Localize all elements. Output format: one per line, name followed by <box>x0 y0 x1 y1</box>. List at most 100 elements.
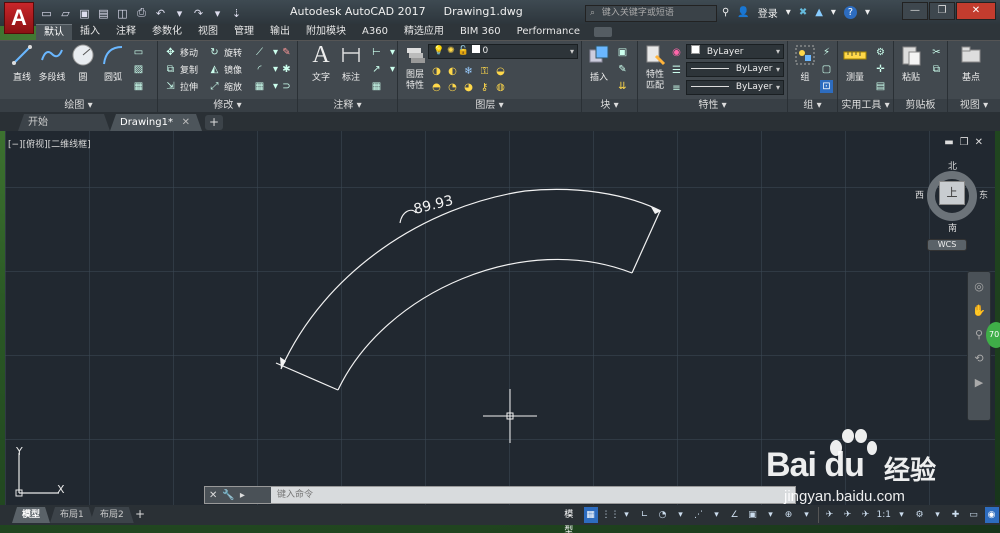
tab-parametric[interactable]: 参数化 <box>144 24 190 40</box>
login-label[interactable]: 登录 <box>758 5 778 20</box>
group-select-button[interactable]: ⊡ <box>820 78 833 94</box>
id-point-button[interactable]: ✛ <box>874 61 887 77</box>
command-close-icon[interactable]: ✕ <box>209 490 217 501</box>
viewcube[interactable]: 上 北 南 东 西 <box>915 159 988 234</box>
tab-view[interactable]: 视图 <box>190 24 226 40</box>
search-input[interactable]: ⌕ 键入关键字或短语 <box>585 5 717 22</box>
application-menu-button[interactable]: A <box>4 2 34 34</box>
annotation-visibility-icon[interactable]: ✈ <box>823 507 837 523</box>
ribbon-minimize-toggle[interactable] <box>594 27 613 37</box>
color-wheel-button[interactable]: ◉ <box>670 44 683 60</box>
layout-tab-layout1[interactable]: 布局1 <box>50 507 94 523</box>
isodraft-dropdown-icon[interactable]: ▾ <box>710 507 724 523</box>
tab-insert[interactable]: 插入 <box>72 24 108 40</box>
copy-clip-button[interactable]: ⧉ <box>930 61 943 77</box>
help-icon[interactable]: ? <box>843 6 857 19</box>
orbit-icon[interactable]: ⟲ <box>972 352 986 366</box>
close-tab-icon[interactable]: ✕ <box>182 114 190 131</box>
layer-thaw-tool-icon[interactable]: ◕ <box>462 81 475 94</box>
isolate-objects-icon[interactable]: ◉ <box>984 507 999 523</box>
dimension-button[interactable]: 标注 <box>336 43 366 83</box>
rectangle-button[interactable]: ▭ <box>132 44 145 60</box>
tab-featured-apps[interactable]: 精选应用 <box>396 24 452 40</box>
match-properties-button[interactable]: 特性 匹配 <box>640 43 670 92</box>
compass-east[interactable]: 东 <box>979 188 988 201</box>
annotation-scale-value[interactable]: 1:1 <box>877 507 891 523</box>
layout-tab-layout2[interactable]: 布局2 <box>90 507 134 523</box>
leader-button[interactable]: ↗ ▾ <box>370 61 399 77</box>
panel-groups-title[interactable]: 组 ▾ <box>788 99 837 113</box>
linetype-button[interactable]: ☰ <box>670 62 683 78</box>
help-dropdown-icon[interactable]: ▾ <box>865 7 870 18</box>
create-block-button[interactable]: ▣ <box>616 44 629 60</box>
tab-home[interactable]: 默认 <box>36 24 72 40</box>
cut-button[interactable]: ✂ <box>930 44 943 60</box>
measure-button[interactable]: 测量 <box>840 43 870 83</box>
layer-freeze-icon[interactable]: ❄ <box>462 65 475 78</box>
copy-button[interactable]: ⧉ 复制 <box>164 61 198 77</box>
layer-on-tool-icon[interactable]: ◓ <box>430 81 443 94</box>
command-prompt-icon[interactable]: ▸ <box>240 490 245 501</box>
offset-button[interactable]: ⊃ <box>280 78 293 94</box>
tab-performance[interactable]: Performance <box>509 24 588 40</box>
new-tab-button[interactable]: + <box>205 115 223 130</box>
array-button[interactable]: ▦ ▾ <box>253 78 282 94</box>
mirror-button[interactable]: ◭ 镜像 <box>208 61 242 77</box>
hatch-button[interactable]: ▨ <box>132 61 145 77</box>
lineweight-toggle-icon[interactable]: ⊕ <box>782 507 796 523</box>
login-dropdown-icon[interactable]: ▾ <box>786 7 791 18</box>
fillet-button[interactable]: ◜ ▾ <box>253 61 282 77</box>
workspace-gear-icon[interactable]: ⚙ <box>913 507 927 523</box>
paste-button[interactable]: 粘贴 <box>896 43 926 83</box>
user-icon[interactable]: 👤 <box>737 7 749 18</box>
text-button[interactable]: A 文字 <box>306 42 336 84</box>
file-tab-drawing1[interactable]: Drawing1* ✕ <box>110 114 202 131</box>
plot-icon[interactable]: ⎙ <box>133 5 150 22</box>
polyline-button[interactable]: 多段线 <box>37 43 67 83</box>
rotate-button[interactable]: ↻ 旋转 <box>208 44 242 60</box>
dropdown-icon[interactable]: ▾ <box>831 7 836 18</box>
layer-unlock-icon[interactable]: ⚷ <box>478 81 491 94</box>
base-point-button[interactable]: 基点 <box>956 43 986 83</box>
tab-annotate[interactable]: 注释 <box>108 24 144 40</box>
add-layout-button[interactable]: + <box>133 508 147 522</box>
undo-dropdown-icon[interactable]: ▾ <box>171 5 188 22</box>
save-as-icon[interactable]: ▤ <box>95 5 112 22</box>
panel-utilities-title[interactable]: 实用工具 ▾ <box>838 99 893 113</box>
side-badge[interactable]: 70 <box>986 322 1000 348</box>
move-button[interactable]: ✥ 移动 <box>164 44 198 60</box>
command-customize-icon[interactable]: 🔧 <box>222 490 234 501</box>
panel-block-title[interactable]: 块 ▾ <box>582 99 637 113</box>
group-edit-button[interactable]: ▢ <box>820 61 833 77</box>
line-button[interactable]: 直线 <box>7 43 37 83</box>
compass-north[interactable]: 北 <box>948 159 957 172</box>
layer-isolate-icon[interactable]: ◐ <box>446 65 459 78</box>
file-tab-start[interactable]: 开始 <box>18 114 110 131</box>
panel-draw-title[interactable]: 绘图 ▾ <box>0 99 157 113</box>
tab-output[interactable]: 输出 <box>262 24 298 40</box>
table-button[interactable]: ▦ <box>370 78 383 94</box>
open-file-icon[interactable]: ▱ <box>57 5 74 22</box>
web-mobile-icon[interactable]: ◫ <box>114 5 131 22</box>
redo-dropdown-icon[interactable]: ▾ <box>209 5 226 22</box>
tab-addins[interactable]: 附加模块 <box>298 24 354 40</box>
isodraft-icon[interactable]: ⋰ <box>692 507 706 523</box>
panel-properties-title[interactable]: 特性 ▾ <box>638 99 787 113</box>
undo-icon[interactable]: ↶ <box>152 5 169 22</box>
osnap-icon[interactable]: ▣ <box>746 507 760 523</box>
panel-clipboard-title[interactable]: 剪贴板 <box>894 99 947 113</box>
lineweight-button[interactable]: ≡ <box>670 80 683 96</box>
restore-button[interactable]: ❐ <box>929 2 955 20</box>
layer-make-current-icon[interactable]: ◒ <box>494 65 507 78</box>
quick-select-button[interactable]: ⚙ <box>874 44 887 60</box>
ortho-toggle-icon[interactable]: ∟ <box>638 507 652 523</box>
save-icon[interactable]: ▣ <box>76 5 93 22</box>
panel-view-title[interactable]: 视图 ▾ <box>948 99 1000 113</box>
layer-properties-button[interactable]: 图层 特性 <box>400 43 430 92</box>
circle-button[interactable]: 圆 <box>68 43 98 83</box>
close-button[interactable]: ✕ <box>956 2 996 20</box>
stretch-button[interactable]: ⇲ 拉伸 <box>164 78 198 94</box>
minimize-button[interactable]: — <box>902 2 928 20</box>
osnap-tracking-icon[interactable]: ∠ <box>728 507 742 523</box>
annotation-monitor-icon[interactable]: ✚ <box>949 507 963 523</box>
